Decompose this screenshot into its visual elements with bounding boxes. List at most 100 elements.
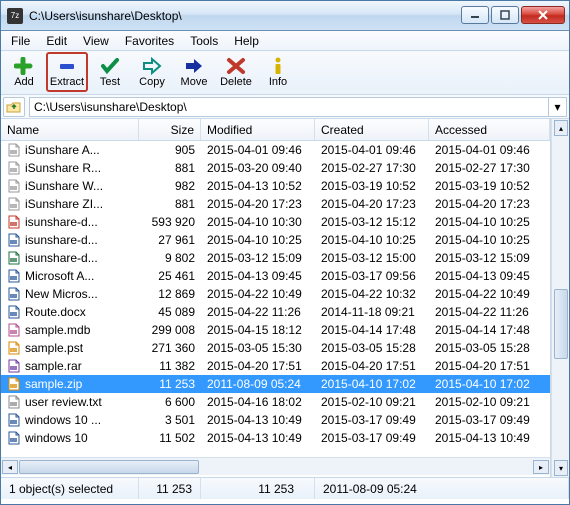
table-row[interactable]: iSunshare W...9822015-04-13 10:522015-03… (1, 177, 550, 195)
col-accessed[interactable]: Accessed (429, 119, 550, 140)
table-row[interactable]: iSunshare A...9052015-04-01 09:462015-04… (1, 141, 550, 159)
close-button[interactable] (521, 6, 565, 24)
copy-icon (142, 57, 162, 75)
path-input[interactable] (29, 97, 549, 117)
toolbar-info-button[interactable]: Info (257, 52, 299, 92)
file-created: 2015-03-12 15:12 (315, 215, 429, 229)
vertical-scrollbar[interactable]: ▴ ▾ (551, 119, 569, 477)
vscroll-thumb[interactable] (554, 289, 568, 359)
table-row[interactable]: sample.mdb299 0082015-04-15 18:122015-04… (1, 321, 550, 339)
titlebar: 7z C:\Users\isunshare\Desktop\ (1, 1, 569, 31)
maximize-button[interactable] (491, 6, 519, 24)
status-size2: 11 253 (201, 478, 315, 499)
toolbar-test-button[interactable]: Test (89, 52, 131, 92)
table-row[interactable]: sample.rar11 3822015-04-20 17:512015-04-… (1, 357, 550, 375)
status-size1: 11 253 (139, 478, 201, 499)
file-accessed: 2015-04-10 10:25 (429, 215, 550, 229)
doc-icon (7, 269, 21, 283)
menu-favorites[interactable]: Favorites (117, 31, 182, 50)
move-icon (184, 57, 204, 75)
horizontal-scrollbar[interactable]: ◂ ▸ (1, 457, 550, 475)
file-size: 27 961 (139, 233, 201, 247)
menu-help[interactable]: Help (226, 31, 267, 50)
pdf-icon (7, 215, 21, 229)
table-row[interactable]: New Micros...12 8692015-04-22 10:492015-… (1, 285, 550, 303)
scroll-up-icon[interactable]: ▴ (554, 120, 568, 136)
file-name: iSunshare W... (25, 179, 103, 193)
menu-view[interactable]: View (75, 31, 117, 50)
table-row[interactable]: Microsoft A...25 4612015-04-13 09:452015… (1, 267, 550, 285)
doc-icon (7, 287, 21, 301)
file-created: 2014-11-18 09:21 (315, 305, 429, 319)
rar-icon (7, 359, 21, 373)
file-created: 2015-04-10 10:25 (315, 233, 429, 247)
toolbar-add-button[interactable]: Add (3, 52, 45, 92)
scroll-right-icon[interactable]: ▸ (533, 460, 549, 474)
col-name[interactable]: Name (1, 119, 139, 140)
file-accessed: 2015-04-20 17:23 (429, 197, 550, 211)
menubar: FileEditViewFavoritesToolsHelp (1, 31, 569, 51)
table-row[interactable]: user review.txt6 6002015-04-16 18:022015… (1, 393, 550, 411)
toolbar-label: Add (14, 76, 34, 88)
table-row[interactable]: sample.zip11 2532011-08-09 05:242015-04-… (1, 375, 550, 393)
file-accessed: 2015-02-10 09:21 (429, 395, 550, 409)
file-accessed: 2015-04-22 11:26 (429, 305, 550, 319)
file-size: 881 (139, 197, 201, 211)
toolbar-copy-button[interactable]: Copy (131, 52, 173, 92)
menu-edit[interactable]: Edit (38, 31, 75, 50)
up-button[interactable] (3, 97, 25, 117)
file-size: 11 502 (139, 431, 201, 445)
file-name: iSunshare ZI... (25, 197, 103, 211)
window-controls (459, 6, 565, 26)
file-size: 271 360 (139, 341, 201, 355)
file-name: New Micros... (25, 287, 98, 301)
hscroll-thumb[interactable] (19, 460, 199, 474)
scroll-down-icon[interactable]: ▾ (554, 460, 568, 476)
file-name: windows 10 ... (25, 413, 101, 427)
toolbar-move-button[interactable]: Move (173, 52, 215, 92)
file-accessed: 2015-03-19 10:52 (429, 179, 550, 193)
table-row[interactable]: windows 1011 5022015-04-13 10:492015-03-… (1, 429, 550, 447)
file-accessed: 2015-04-10 17:02 (429, 377, 550, 391)
table-row[interactable]: windows 10 ...3 5012015-04-13 10:492015-… (1, 411, 550, 429)
file-accessed: 2015-03-05 15:28 (429, 341, 550, 355)
xls-icon (7, 251, 21, 265)
scroll-left-icon[interactable]: ◂ (2, 460, 18, 474)
file-list: Name Size Modified Created Accessed iSun… (1, 119, 551, 477)
col-size[interactable]: Size (139, 119, 201, 140)
table-row[interactable]: isunshare-d...593 9202015-04-10 10:30201… (1, 213, 550, 231)
file-size: 9 802 (139, 251, 201, 265)
file-name: sample.zip (25, 377, 82, 391)
extract-icon (57, 57, 77, 75)
table-row[interactable]: isunshare-d...27 9612015-04-10 10:252015… (1, 231, 550, 249)
path-dropdown[interactable]: ▾ (549, 97, 567, 117)
file-area: Name Size Modified Created Accessed iSun… (1, 119, 569, 477)
table-row[interactable]: Route.docx45 0892015-04-22 11:262014-11-… (1, 303, 550, 321)
table-row[interactable]: iSunshare R...8812015-03-20 09:402015-02… (1, 159, 550, 177)
folder-up-icon (6, 100, 22, 114)
col-created[interactable]: Created (315, 119, 429, 140)
table-row[interactable]: sample.pst271 3602015-03-05 15:302015-03… (1, 339, 550, 357)
delete-icon (226, 57, 246, 75)
menu-file[interactable]: File (3, 31, 38, 50)
file-modified: 2015-04-22 11:26 (201, 305, 315, 319)
file-accessed: 2015-02-27 17:30 (429, 161, 550, 175)
minimize-button[interactable] (461, 6, 489, 24)
table-row[interactable]: iSunshare ZI...8812015-04-20 17:232015-0… (1, 195, 550, 213)
toolbar-extract-button[interactable]: Extract (46, 52, 88, 92)
file-accessed: 2015-04-01 09:46 (429, 143, 550, 157)
file-modified: 2015-04-13 10:49 (201, 431, 315, 445)
toolbar-delete-button[interactable]: Delete (215, 52, 257, 92)
file-created: 2015-03-12 15:00 (315, 251, 429, 265)
chevron-down-icon: ▾ (554, 100, 560, 114)
file-name: sample.mdb (25, 323, 90, 337)
col-modified[interactable]: Modified (201, 119, 315, 140)
file-name: windows 10 (25, 431, 88, 445)
file-accessed: 2015-04-22 10:49 (429, 287, 550, 301)
file-name: isunshare-d... (25, 251, 98, 265)
menu-tools[interactable]: Tools (182, 31, 226, 50)
file-created: 2015-03-05 15:28 (315, 341, 429, 355)
toolbar-label: Copy (139, 76, 165, 88)
table-row[interactable]: isunshare-d...9 8022015-03-12 15:092015-… (1, 249, 550, 267)
file-size: 3 501 (139, 413, 201, 427)
